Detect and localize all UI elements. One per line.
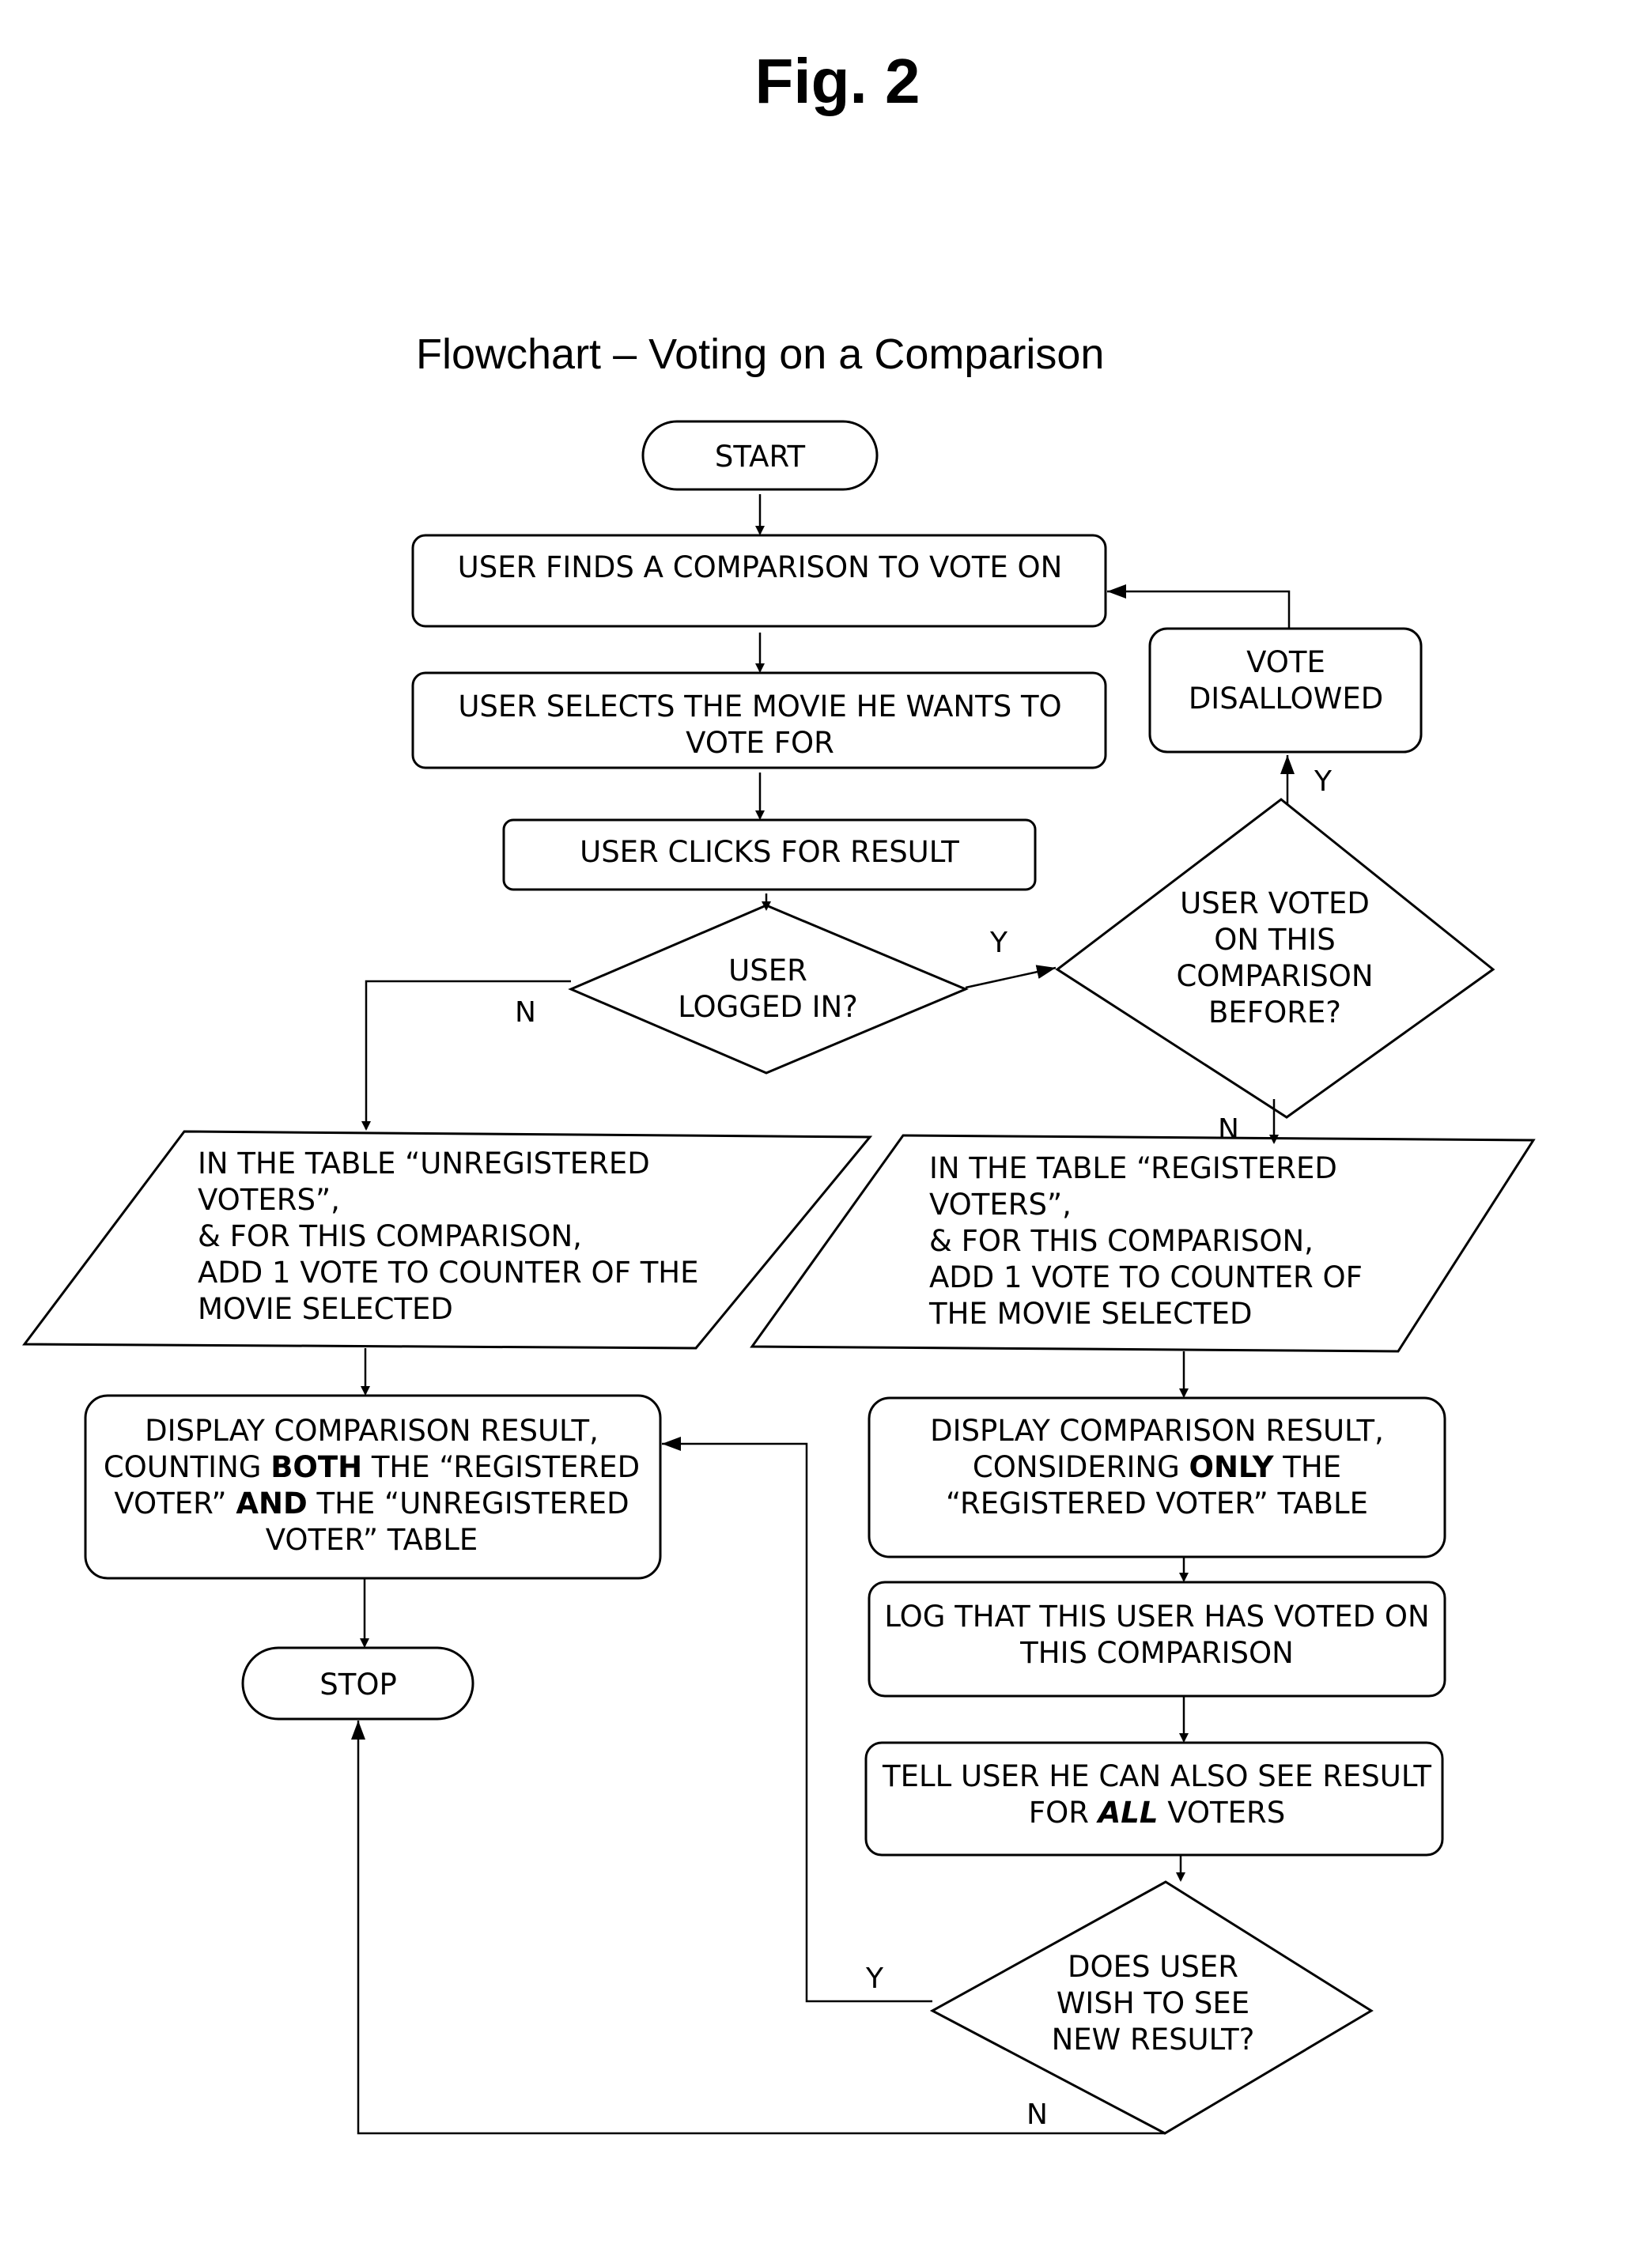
edge-label-loggedin-yes: Y: [989, 927, 1008, 959]
emphasis-text: ALL: [1096, 1796, 1159, 1830]
text-line: WISH TO SEE: [1057, 1986, 1249, 2020]
arrow-loggedin-no: [361, 980, 571, 1131]
stop-text: STOP: [319, 1668, 397, 1702]
text-line: & FOR THIS COMPARISON,: [198, 1219, 582, 1253]
edge-label-loggedin-no: N: [515, 996, 536, 1029]
text-line: CONSIDERING ONLY THE: [973, 1450, 1341, 1484]
text-line: VOTERS”,: [929, 1188, 1072, 1222]
text-line: ON THIS: [1214, 923, 1335, 957]
text-segment: THE: [1274, 1450, 1342, 1484]
click-result-text: USER CLICKS FOR RESULT: [580, 835, 959, 869]
text-line: USER FINDS A COMPARISON TO VOTE ON: [458, 550, 1063, 584]
text-line: LOGGED IN?: [678, 990, 858, 1024]
voted-before-decision: [1055, 798, 1495, 1119]
text-line: TELL USER HE CAN ALSO SEE RESULT: [882, 1759, 1431, 1793]
text-line: ADD 1 VOTE TO COUNTER OF: [929, 1260, 1363, 1294]
text-segment: VOTER” TABLE: [266, 1523, 478, 1557]
figure-label: Fig. 2: [755, 46, 921, 116]
text-line: USER SELECTS THE MOVIE HE WANTS TO: [458, 689, 1061, 723]
text-segment: COUNTING: [104, 1450, 270, 1484]
text-line: ADD 1 VOTE TO COUNTER OF THE: [198, 1256, 699, 1290]
text-line: FOR ALL VOTERS: [1029, 1796, 1285, 1830]
text-line: START: [715, 440, 806, 474]
text-line: & FOR THIS COMPARISON,: [929, 1224, 1314, 1258]
text-line: “REGISTERED VOTER” TABLE: [946, 1487, 1368, 1521]
text-segment: DISPLAY COMPARISON RESULT,: [930, 1414, 1384, 1448]
edge-label-votedbefore-no: N: [1218, 1113, 1239, 1146]
text-line: DOES USER: [1068, 1950, 1238, 1984]
text-segment: TELL USER HE CAN ALSO SEE RESULT: [882, 1759, 1431, 1793]
edge-label-wish-yes: Y: [865, 1963, 884, 1995]
text-line: THIS COMPARISON: [1019, 1636, 1294, 1670]
edge-label-wish-no: N: [1026, 2099, 1048, 2131]
text-line: COMPARISON: [1176, 959, 1373, 993]
arrow-disallowed-to-find: [1107, 584, 1291, 629]
text-line: VOTE FOR: [686, 726, 834, 760]
text-segment: VOTERS: [1158, 1796, 1285, 1830]
arrow-loggedin-yes: [965, 965, 1057, 989]
text-line: THE MOVIE SELECTED: [928, 1297, 1252, 1331]
text-line: USER VOTED: [1180, 886, 1370, 920]
text-segment: DISPLAY COMPARISON RESULT,: [145, 1414, 599, 1448]
find-comparison-text: USER FINDS A COMPARISON TO VOTE ON: [458, 550, 1063, 584]
text-line: VOTER” TABLE: [266, 1523, 478, 1557]
text-line: IN THE TABLE “UNREGISTERED: [198, 1147, 650, 1181]
text-line: USER CLICKS FOR RESULT: [580, 835, 959, 869]
text-line: BEFORE?: [1208, 995, 1341, 1029]
text-line: VOTE: [1246, 645, 1325, 679]
text-line: STOP: [319, 1668, 397, 1702]
text-segment: VOTER”: [114, 1487, 236, 1521]
text-line: LOG THAT THIS USER HAS VOTED ON: [884, 1600, 1429, 1634]
edge-label-votedbefore-yes: Y: [1314, 765, 1333, 798]
text-line: MOVIE SELECTED: [198, 1292, 453, 1326]
emphasis-text: BOTH: [270, 1450, 362, 1484]
text-line: VOTERS”,: [198, 1183, 340, 1217]
start-text: START: [715, 440, 806, 474]
text-line: IN THE TABLE “REGISTERED: [929, 1151, 1337, 1185]
text-line: VOTER” AND THE “UNREGISTERED: [114, 1487, 629, 1521]
emphasis-text: ONLY: [1189, 1450, 1275, 1484]
text-line: DISALLOWED: [1189, 682, 1383, 716]
flowchart-title: Flowchart – Voting on a Comparison: [416, 331, 1104, 378]
text-line: USER: [728, 954, 807, 988]
text-line: NEW RESULT?: [1052, 2023, 1255, 2057]
logged-in-decision: [568, 904, 969, 1075]
flowchart-canvas: Fig. 2 Flowchart – Voting on a Compariso…: [22, 46, 1536, 2135]
text-segment: THE “UNREGISTERED: [308, 1487, 629, 1521]
text-line: COUNTING BOTH THE “REGISTERED: [104, 1450, 640, 1484]
emphasis-text: AND: [236, 1487, 307, 1521]
wish-new-result-text: DOES USER WISH TO SEE NEW RESULT?: [1052, 1950, 1255, 2057]
text-segment: THE “REGISTERED: [362, 1450, 640, 1484]
text-line: DISPLAY COMPARISON RESULT,: [930, 1414, 1384, 1448]
text-segment: “REGISTERED VOTER” TABLE: [946, 1487, 1368, 1521]
text-segment: CONSIDERING: [973, 1450, 1189, 1484]
text-line: DISPLAY COMPARISON RESULT,: [145, 1414, 599, 1448]
text-segment: FOR: [1029, 1796, 1098, 1830]
display-registered-text: DISPLAY COMPARISON RESULT, CONSIDERING ON…: [930, 1414, 1384, 1521]
